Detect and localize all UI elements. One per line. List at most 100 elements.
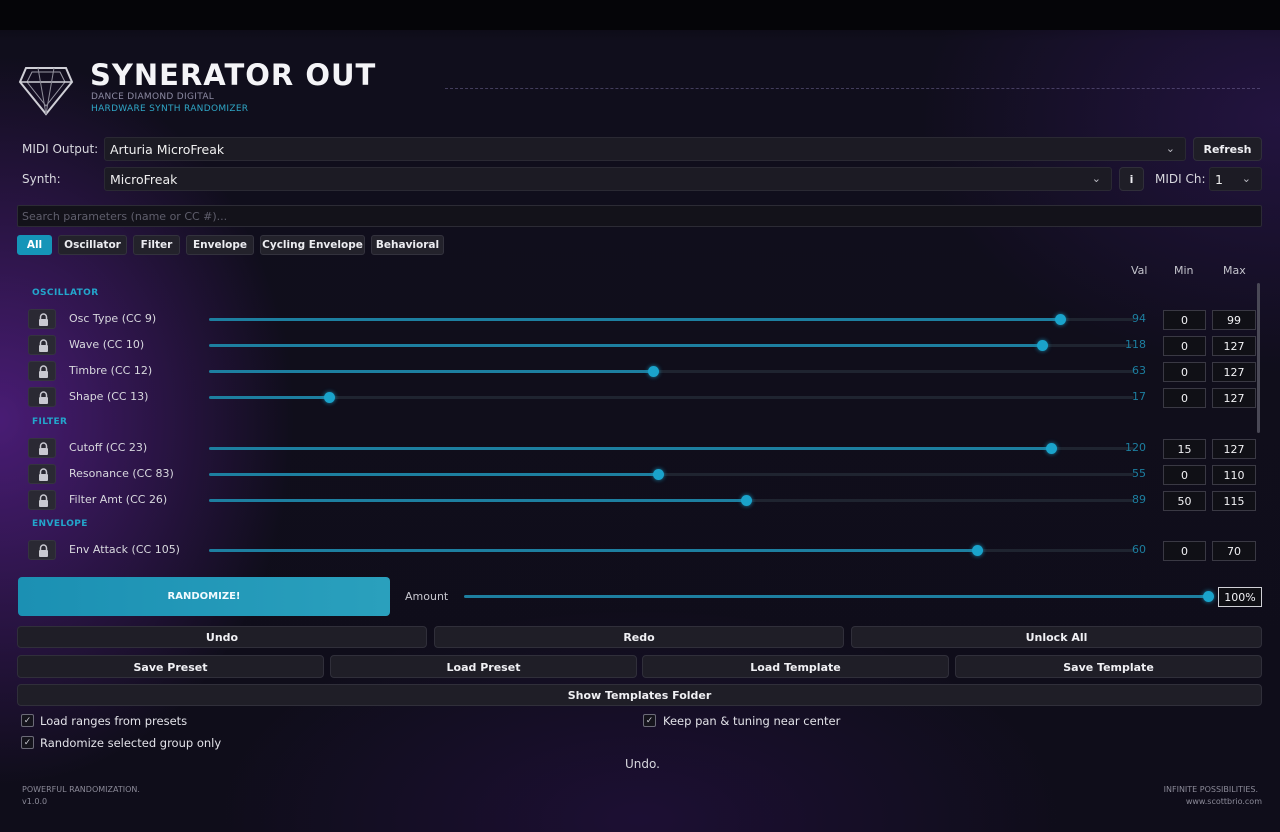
- parameter-slider-fill: [209, 318, 1060, 321]
- parameter-max-input[interactable]: 127: [1212, 439, 1256, 459]
- parameter-min-input[interactable]: 0: [1163, 465, 1206, 485]
- parameter-slider-thumb[interactable]: [648, 366, 659, 377]
- lock-button[interactable]: [28, 335, 56, 355]
- section-envelope: ENVELOPE: [32, 519, 88, 529]
- parameter-min-input[interactable]: 0: [1163, 388, 1206, 408]
- parameter-slider-thumb[interactable]: [740, 495, 752, 506]
- parameter-min-input[interactable]: 0: [1163, 362, 1206, 382]
- lock-icon: [39, 365, 48, 378]
- column-header-max: Max: [1223, 264, 1246, 277]
- lock-icon: [39, 442, 48, 455]
- randomize-group-checkbox[interactable]: ✓: [21, 736, 34, 749]
- app-subtitle-company: DANCE DIAMOND DIGITAL: [91, 92, 215, 102]
- lock-button[interactable]: [28, 361, 56, 381]
- parameter-max-input[interactable]: 115: [1212, 491, 1256, 511]
- parameter-max-input[interactable]: 70: [1212, 541, 1256, 561]
- footer-version: v1.0.0: [22, 797, 48, 806]
- show-templates-folder-button[interactable]: Show Templates Folder: [17, 684, 1262, 706]
- parameter-value: 63: [1132, 364, 1146, 377]
- lock-icon: [39, 544, 48, 557]
- tab-all[interactable]: All: [17, 235, 52, 255]
- parameter-slider[interactable]: [209, 443, 1134, 454]
- parameter-slider-thumb[interactable]: [971, 545, 983, 556]
- parameter-name: Cutoff (CC 23): [69, 441, 148, 454]
- synth-info-button[interactable]: i: [1119, 167, 1144, 191]
- lock-button[interactable]: [28, 490, 56, 510]
- keep-pan-label: Keep pan & tuning near center: [663, 714, 841, 728]
- midi-channel-select[interactable]: 1 ⌄: [1209, 167, 1262, 191]
- parameter-min-input[interactable]: 50: [1163, 491, 1206, 511]
- midi-channel-value: 1: [1215, 172, 1223, 187]
- chevron-down-icon: ⌄: [1091, 172, 1101, 185]
- parameter-min-input[interactable]: 15: [1163, 439, 1206, 459]
- lock-button[interactable]: [28, 438, 56, 458]
- tab-oscillator[interactable]: Oscillator: [58, 235, 127, 255]
- lock-button[interactable]: [28, 387, 56, 407]
- app-title: SYNERATOR OUT: [90, 58, 377, 92]
- parameter-slider[interactable]: [209, 314, 1134, 325]
- parameter-row: Wave (CC 10) 118 0 127: [28, 335, 1258, 357]
- keep-pan-checkbox[interactable]: ✓: [643, 714, 656, 727]
- unlock-all-button[interactable]: Unlock All: [851, 626, 1262, 648]
- lock-button[interactable]: [28, 540, 56, 560]
- load-ranges-checkbox[interactable]: ✓: [21, 714, 34, 727]
- randomize-button[interactable]: RANDOMIZE!: [18, 577, 390, 616]
- tab-behavioral[interactable]: Behavioral: [371, 235, 444, 255]
- parameter-min-input[interactable]: 0: [1163, 541, 1206, 561]
- parameter-min-input[interactable]: 0: [1163, 310, 1206, 330]
- lock-button[interactable]: [28, 464, 56, 484]
- column-header-min: Min: [1174, 264, 1194, 277]
- parameter-value: 118: [1125, 338, 1146, 351]
- parameter-row: Cutoff (CC 23) 120 15 127: [28, 438, 1258, 460]
- midi-output-value: Arturia MicroFreak: [110, 142, 225, 157]
- section-filter: FILTER: [32, 417, 68, 427]
- parameter-list-scrollbar[interactable]: [1257, 283, 1260, 433]
- parameter-max-input[interactable]: 127: [1212, 388, 1256, 408]
- midi-output-label: MIDI Output:: [22, 142, 99, 156]
- parameter-slider-fill: [209, 473, 658, 476]
- parameter-search-input[interactable]: Search parameters (name or CC #)...: [17, 205, 1262, 227]
- tab-cycling-envelope[interactable]: Cycling Envelope: [260, 235, 365, 255]
- parameter-max-input[interactable]: 127: [1212, 336, 1256, 356]
- load-template-button[interactable]: Load Template: [642, 655, 949, 678]
- load-preset-button[interactable]: Load Preset: [330, 655, 637, 678]
- tab-filter[interactable]: Filter: [133, 235, 180, 255]
- lock-button[interactable]: [28, 309, 56, 329]
- parameter-list[interactable]: OSCILLATOR FILTER ENVELOPE Osc Type (CC …: [0, 283, 1280, 570]
- parameter-slider-thumb[interactable]: [652, 469, 664, 480]
- parameter-slider[interactable]: [209, 495, 1134, 506]
- parameter-slider-thumb[interactable]: [1055, 314, 1066, 325]
- footer-tagline-right: INFINITE POSSIBILITIES.: [1163, 785, 1258, 794]
- undo-button[interactable]: Undo: [17, 626, 427, 648]
- parameter-slider[interactable]: [209, 469, 1134, 480]
- chevron-down-icon: ⌄: [1165, 142, 1175, 155]
- parameter-slider[interactable]: [209, 392, 1134, 403]
- synth-value: MicroFreak: [110, 172, 178, 187]
- save-preset-button[interactable]: Save Preset: [17, 655, 324, 678]
- parameter-slider-fill: [209, 344, 1042, 347]
- parameter-min-input[interactable]: 0: [1163, 336, 1206, 356]
- midi-output-select[interactable]: Arturia MicroFreak ⌄: [104, 137, 1186, 161]
- parameter-max-input[interactable]: 127: [1212, 362, 1256, 382]
- amount-slider[interactable]: [464, 595, 1209, 598]
- parameter-slider-thumb[interactable]: [1045, 443, 1057, 454]
- parameter-slider[interactable]: [209, 545, 1134, 556]
- parameter-row: Timbre (CC 12) 63 0 127: [28, 361, 1258, 383]
- refresh-button[interactable]: Refresh: [1193, 137, 1262, 161]
- parameter-value: 94: [1132, 312, 1146, 325]
- parameter-slider-thumb[interactable]: [1036, 340, 1048, 351]
- redo-button[interactable]: Redo: [434, 626, 844, 648]
- parameter-slider[interactable]: [209, 366, 1134, 377]
- parameter-max-input[interactable]: 99: [1212, 310, 1256, 330]
- parameter-value: 89: [1132, 493, 1146, 506]
- parameter-slider[interactable]: [209, 340, 1134, 351]
- synth-select[interactable]: MicroFreak ⌄: [104, 167, 1112, 191]
- amount-value-input[interactable]: 100%: [1218, 587, 1262, 607]
- save-template-button[interactable]: Save Template: [955, 655, 1262, 678]
- parameter-slider-thumb[interactable]: [324, 392, 336, 403]
- parameter-name: Shape (CC 13): [69, 390, 149, 403]
- parameter-max-input[interactable]: 110: [1212, 465, 1256, 485]
- tab-envelope[interactable]: Envelope: [186, 235, 254, 255]
- parameter-slider-fill: [209, 370, 653, 373]
- amount-slider-thumb[interactable]: [1203, 591, 1214, 602]
